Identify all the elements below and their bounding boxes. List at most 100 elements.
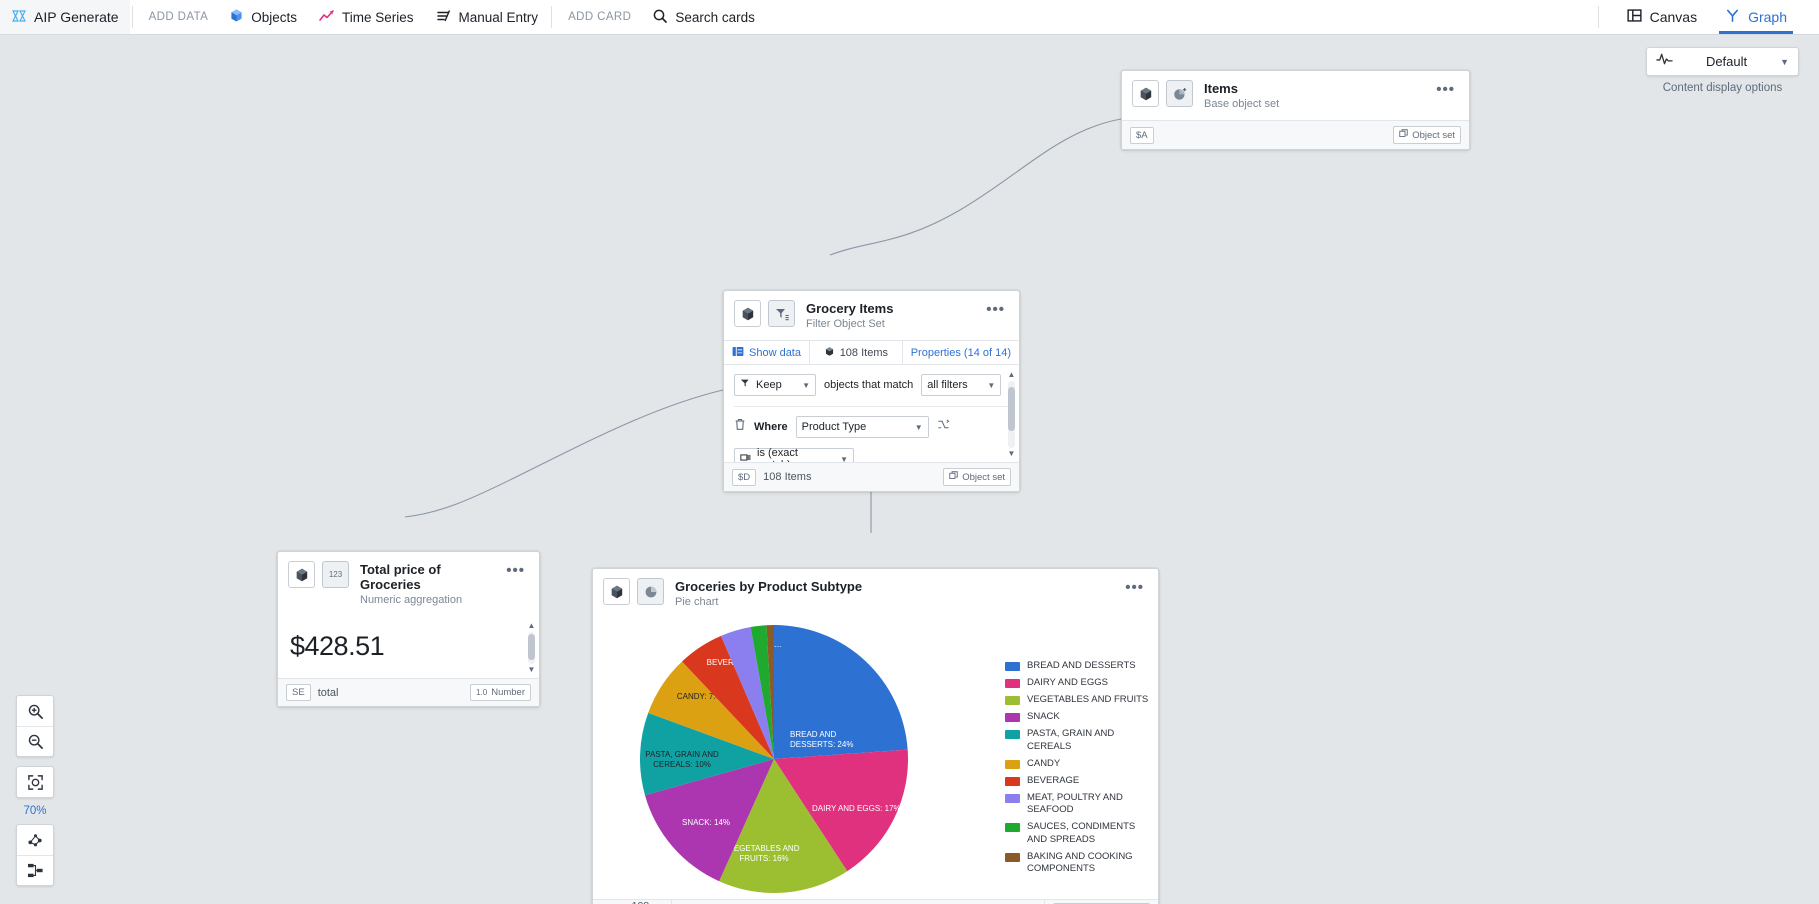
show-data-button[interactable]: Show data — [724, 341, 809, 364]
legend-label: MEAT, POULTRY AND SEAFOOD — [1027, 791, 1123, 816]
legend-item[interactable]: DAIRY AND EGGS — [1005, 677, 1155, 690]
zoom-group — [16, 695, 54, 757]
legend-item[interactable]: SNACK — [1005, 711, 1155, 724]
legend-label: CANDY — [1027, 757, 1061, 769]
pie-slice-label: DAIRY AND EGGS: 17% — [812, 804, 901, 813]
graph-canvas[interactable]: Items Base object set ••• $A Object set — [0, 35, 1819, 904]
scrollbar-track[interactable] — [1008, 381, 1015, 448]
pie-chart-body: BREAD AND DESSERTS: 24% DAIRY AND EGGS: 17… — [593, 618, 1158, 899]
auto-layout-organic-button[interactable] — [17, 825, 53, 855]
zoom-level-label[interactable]: 70% — [16, 798, 54, 824]
grocery-item-count[interactable]: 108 Items — [808, 341, 902, 364]
card-grocery-type-chip[interactable]: Object set — [943, 468, 1011, 486]
scrollbar-thumb[interactable] — [528, 634, 535, 660]
filter-field-select[interactable]: Product Type ▼ — [795, 416, 929, 438]
card-items-subtitle: Base object set — [1204, 98, 1280, 110]
display-preset-select[interactable]: Default ▼ — [1646, 47, 1799, 76]
base-object-set-icon[interactable] — [1166, 80, 1193, 107]
legend-label: DAIRY AND EGGS — [1027, 677, 1108, 688]
card-pie-header: Groceries by Product Subtype Pie chart •… — [593, 569, 1158, 618]
legend-item[interactable]: SAUCES, CONDIMENTS AND SPREADS — [1005, 821, 1155, 846]
card-total-type-chip[interactable]: 1.0 Number — [470, 684, 531, 701]
aip-generate-button[interactable]: AIP Generate — [0, 0, 130, 34]
numeric-aggregation-icon[interactable]: 123 — [322, 561, 349, 588]
legend-item[interactable]: VEGETABLES AND FRUITS — [1005, 694, 1155, 707]
scroll-down-icon[interactable]: ▼ — [1008, 450, 1016, 458]
legend-item[interactable]: MEAT, POULTRY AND SEAFOOD — [1005, 792, 1155, 817]
aip-generate-label: AIP Generate — [34, 9, 119, 25]
card-items[interactable]: Items Base object set ••• $A Object set — [1121, 70, 1470, 150]
card-total-price[interactable]: 123 Total price of Groceries Numeric agg… — [277, 551, 540, 707]
card-grocery-subtitle: Filter Object Set — [806, 318, 885, 330]
card-pie-chart[interactable]: Groceries by Product Subtype Pie chart •… — [592, 568, 1159, 904]
objects-label: Objects — [251, 9, 297, 25]
card-grocery-items[interactable]: Grocery Items Filter Object Set ••• Show… — [723, 290, 1020, 492]
pie-chart-graphic[interactable]: BREAD AND DESSERTS: 24% DAIRY AND EGGS: 17… — [635, 620, 945, 898]
layout-group — [16, 824, 54, 886]
cube-icon[interactable] — [734, 300, 761, 327]
pie-chart-icon[interactable] — [637, 578, 664, 605]
zoom-to-fit-button[interactable] — [17, 767, 53, 797]
card-grocery-menu-button[interactable]: ••• — [986, 300, 1009, 317]
scroll-down-icon[interactable]: ▼ — [528, 666, 536, 674]
delete-filter-icon[interactable] — [734, 418, 746, 436]
card-total-subtitle: Numeric aggregation — [360, 594, 463, 606]
legend-item[interactable]: BREAD AND DESSERTS — [1005, 660, 1155, 673]
object-set-icon — [949, 471, 958, 483]
zoom-in-button[interactable] — [17, 696, 53, 726]
card-total-titles: Total price of Groceries Numeric aggrega… — [356, 561, 499, 607]
filter-icon[interactable] — [768, 300, 795, 327]
card-pie-type-chip[interactable]: Categorical chart — [1044, 900, 1158, 904]
pie-slice-label: SNACK: 14% — [682, 818, 730, 827]
scroll-up-icon[interactable]: ▲ — [528, 622, 536, 630]
filter-branch-icon[interactable] — [937, 418, 950, 436]
cube-icon[interactable] — [288, 561, 315, 588]
all-filters-value: all filters — [927, 379, 968, 391]
filter-operator-select[interactable]: is (exact match) ▼ — [734, 447, 854, 462]
objects-button[interactable]: Objects — [218, 0, 308, 34]
cube-icon[interactable] — [1132, 80, 1159, 107]
cube-icon[interactable] — [603, 578, 630, 605]
legend-swatch — [1005, 793, 1020, 803]
card-items-type-chip[interactable]: Object set — [1393, 126, 1461, 144]
legend-item[interactable]: BAKING AND COOKING COMPONENTS — [1005, 851, 1155, 876]
properties-button[interactable]: Properties (14 of 14) — [901, 341, 1019, 364]
card-total-foot-text: total — [317, 686, 339, 699]
search-cards-label: Search cards — [675, 9, 755, 25]
scrollbar-track[interactable] — [528, 632, 535, 664]
legend-swatch — [1005, 679, 1020, 688]
legend-swatch — [1005, 662, 1020, 671]
legend-label: PASTA, GRAIN AND CEREALS — [1027, 728, 1115, 752]
zoom-out-button[interactable] — [17, 726, 53, 756]
card-grocery-footer: $D 108 Items Object set — [724, 462, 1019, 491]
card-pie-menu-button[interactable]: ••• — [1125, 578, 1148, 595]
tab-graph[interactable]: Graph — [1711, 0, 1801, 34]
legend-swatch — [1005, 713, 1020, 722]
legend-item[interactable]: CANDY — [1005, 758, 1155, 771]
toolbar-divider-2 — [551, 6, 553, 28]
legend-item[interactable]: BEVERAGE — [1005, 775, 1155, 788]
card-items-menu-button[interactable]: ••• — [1436, 80, 1459, 97]
search-cards-button[interactable]: Search cards — [641, 0, 766, 34]
where-label: Where — [754, 421, 788, 433]
auto-layout-hierarchical-button[interactable] — [17, 855, 53, 885]
card-grocery-header: Grocery Items Filter Object Set ••• — [724, 291, 1019, 340]
filter-operator-value: is (exact match) — [757, 447, 798, 462]
pie-svg[interactable]: BREAD AND DESSERTS: 24%DAIRY AND EGGS: 17… — [635, 620, 945, 898]
manual-entry-button[interactable]: Manual Entry — [425, 0, 550, 34]
all-filters-select[interactable]: all filters ▼ — [921, 374, 1002, 396]
cube-small-icon — [824, 346, 835, 360]
time-series-button[interactable]: Time Series — [308, 0, 425, 34]
card-grocery-foot-count: 108 Items — [763, 471, 812, 483]
card-total-menu-button[interactable]: ••• — [506, 561, 529, 578]
grocery-item-count-label: 108 Items — [839, 346, 888, 359]
tab-canvas[interactable]: Canvas — [1613, 0, 1711, 34]
scrollbar-thumb[interactable] — [1008, 387, 1015, 431]
scroll-up-icon[interactable]: ▲ — [1008, 371, 1016, 379]
filter-scrollbar[interactable]: ▲ ▼ — [1007, 371, 1016, 458]
total-scrollbar[interactable]: ▲ ▼ — [527, 622, 536, 674]
card-pie-titles: Groceries by Product Subtype Pie chart — [671, 578, 1118, 609]
keep-select[interactable]: Keep ▼ — [734, 374, 816, 396]
legend-item[interactable]: PASTA, GRAIN AND CEREALS — [1005, 728, 1155, 753]
card-items-footer-left: $A — [1130, 126, 1154, 144]
